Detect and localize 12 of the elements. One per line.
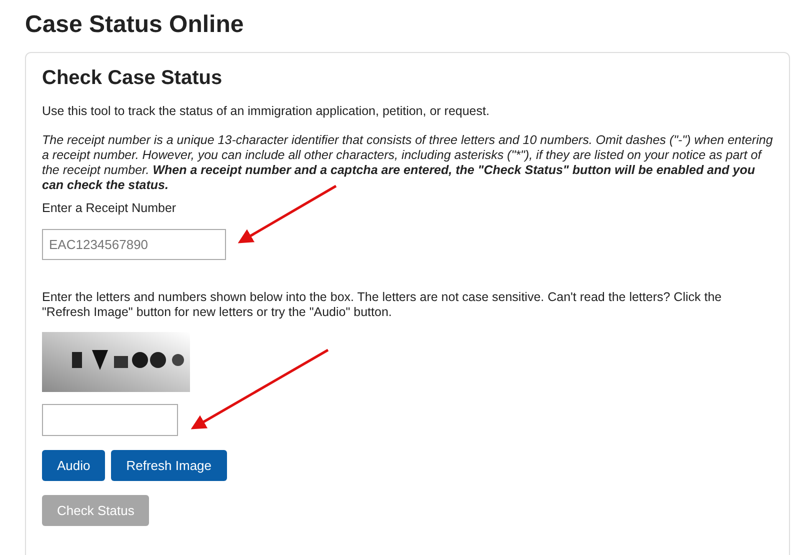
arrow-icon <box>190 348 329 430</box>
captcha-button[interactable]: Refresh Image <box>111 450 227 481</box>
receipt-number-field[interactable]: EAC1234567890 <box>42 229 226 260</box>
captcha-instructions: Enter the letters and numbers shown below into the box. The letters are not case sensitive. Can't read the letters? Click the "Refresh Image" button for new letters or try the "Audio" button. <box>42 290 723 320</box>
captcha-field[interactable] <box>42 404 178 436</box>
page-title: Case Status Online <box>24 10 245 40</box>
captcha-button[interactable]: Audio <box>42 450 106 481</box>
receipt-note: The receipt number is a unique 13-character identifier that consists of three letters and 10 numbers. Omit dashes ("-") when entering a receipt number. However, you can include all other characters, including asterisks ("*"), if they are listed on your notice as part of the receipt number. When a receipt number and a captcha are entered, the "Check Status" button will be enabled and you can check the status. <box>42 133 773 193</box>
arrow-icon <box>238 184 337 244</box>
intro-text: Use this tool to track the status of an immigration application, petition, or request. <box>42 104 490 119</box>
receipt-label: Enter a Receipt Number <box>42 201 178 215</box>
card-title: Check Case Status <box>42 67 224 90</box>
